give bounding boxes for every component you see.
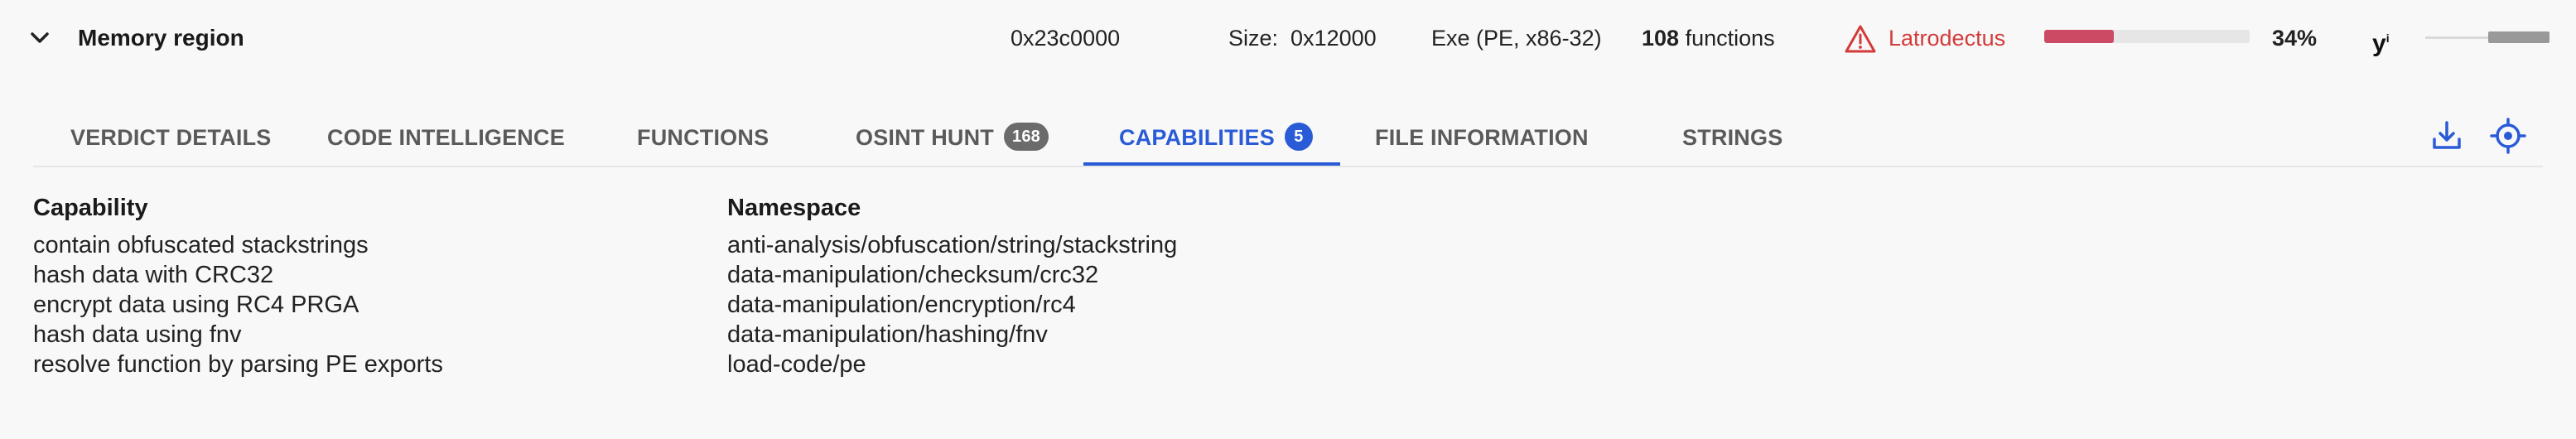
- tab-badge: 5: [1284, 122, 1313, 151]
- tab-osint-hunt[interactable]: OSINT HUNT 168: [856, 109, 1049, 166]
- functions-label: functions: [1685, 26, 1775, 51]
- tab-strings[interactable]: STRINGS: [1682, 109, 1782, 166]
- warning-icon: [1845, 25, 1876, 53]
- functions-count: 108 functions: [1642, 23, 1775, 53]
- tab-file-information[interactable]: FILE INFORMATION: [1375, 109, 1589, 166]
- download-icon[interactable]: [2427, 116, 2467, 156]
- threshold-slider[interactable]: [2425, 31, 2549, 43]
- tab-label: CODE INTELLIGENCE: [327, 125, 565, 150]
- tab-functions[interactable]: FUNCTIONS: [637, 109, 769, 166]
- tab-label: CAPABILITIES: [1119, 125, 1275, 150]
- file-type: Exe (PE, x86-32): [1431, 26, 1602, 51]
- table-row: encrypt data using RC4 PRGA data-manipul…: [33, 290, 1441, 320]
- size-label: Size:: [1228, 26, 1279, 51]
- namespace-cell: data-manipulation/checksum/crc32: [727, 262, 1099, 288]
- size-value: 0x12000: [1290, 26, 1377, 51]
- capability-cell: hash data with CRC32: [33, 262, 274, 288]
- malware-family-link[interactable]: Latrodectus: [1889, 23, 2005, 53]
- tab-label: FILE INFORMATION: [1375, 125, 1589, 150]
- tab-label: FUNCTIONS: [637, 125, 769, 150]
- active-tab-indicator: [1083, 162, 1340, 166]
- region-size: Size: 0x12000: [1228, 23, 1377, 53]
- tab-badge: 168: [1004, 122, 1049, 151]
- capability-cell: encrypt data using RC4 PRGA: [33, 292, 359, 318]
- namespace-cell: data-manipulation/encryption/rc4: [727, 292, 1076, 318]
- slider-handle[interactable]: [2488, 31, 2549, 43]
- tab-code-intelligence[interactable]: CODE INTELLIGENCE: [327, 109, 565, 166]
- region-address: 0x23c0000: [1011, 26, 1121, 51]
- functions-number: 108: [1642, 26, 1680, 51]
- yara-icon[interactable]: yi: [2372, 23, 2390, 59]
- match-progress-fill: [2044, 30, 2115, 43]
- namespace-cell: data-manipulation/hashing/fnv: [727, 321, 1048, 348]
- tab-label: VERDICT DETAILS: [70, 125, 272, 150]
- namespace-cell: load-code/pe: [727, 351, 866, 378]
- tab-label: OSINT HUNT: [856, 125, 994, 150]
- match-percent: 34%: [2272, 26, 2318, 51]
- chevron-down-icon[interactable]: [28, 27, 51, 50]
- capability-cell: resolve function by parsing PE exports: [33, 351, 443, 378]
- table-row: hash data with CRC32 data-manipulation/c…: [33, 260, 1441, 290]
- tab-verdict-details[interactable]: VERDICT DETAILS: [70, 109, 272, 166]
- match-progress-bar: [2044, 30, 2250, 43]
- column-header-namespace: Namespace: [727, 195, 861, 221]
- target-icon[interactable]: [2488, 116, 2528, 156]
- memory-region-header: Memory region 0x23c0000 Size: 0x12000 Ex…: [0, 0, 2576, 76]
- namespace-cell: anti-analysis/obfuscation/string/stackst…: [727, 232, 1178, 258]
- region-title: Memory region: [78, 25, 244, 51]
- capability-cell: hash data using fnv: [33, 321, 242, 348]
- tab-bar: VERDICT DETAILS CODE INTELLIGENCE FUNCTI…: [33, 109, 2543, 167]
- column-header-capability: Capability: [33, 195, 148, 221]
- table-row: contain obfuscated stackstrings anti-ana…: [33, 230, 1441, 260]
- table-row: resolve function by parsing PE exports l…: [33, 350, 1441, 379]
- tab-capabilities[interactable]: CAPABILITIES 5: [1119, 109, 1313, 166]
- capability-cell: contain obfuscated stackstrings: [33, 232, 369, 258]
- tab-label: STRINGS: [1682, 125, 1783, 150]
- table-row: hash data using fnv data-manipulation/ha…: [33, 320, 1441, 350]
